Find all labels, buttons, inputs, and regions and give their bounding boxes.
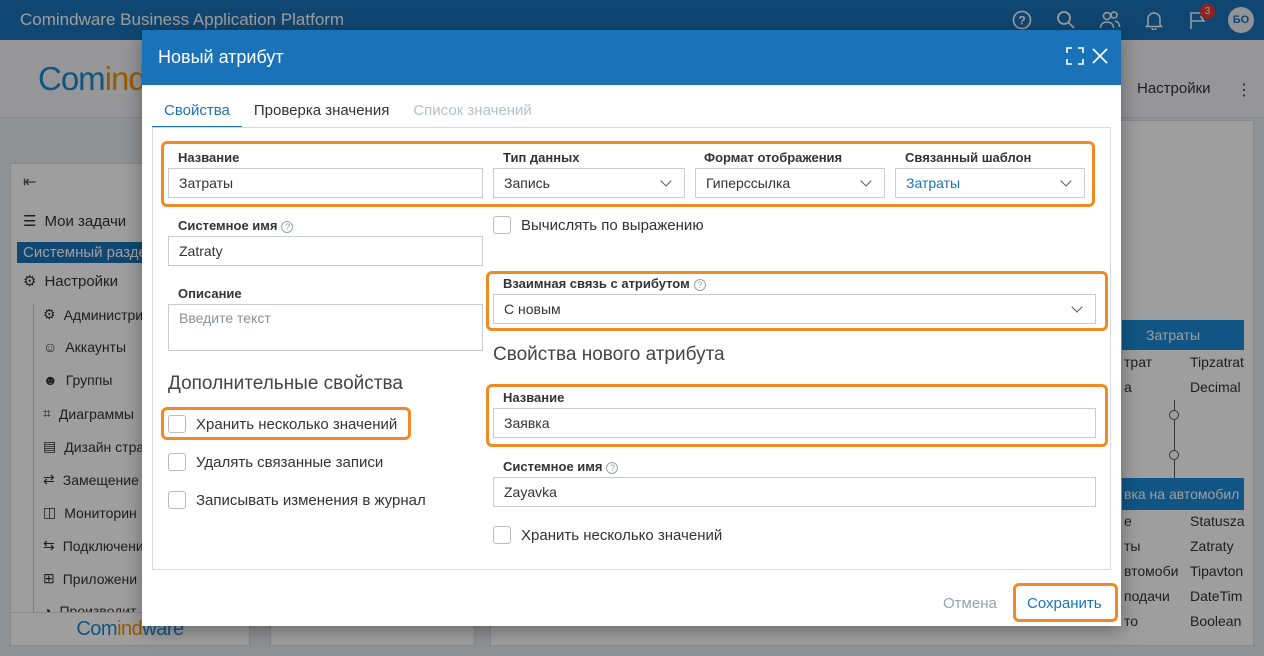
system-name-field[interactable]: Zatraty bbox=[168, 236, 483, 266]
mutual-link-label: Взаимная связь с атрибутом? bbox=[503, 276, 706, 291]
new-attribute-dialog: Новый атрибут Свойства Проверка значения… bbox=[142, 30, 1121, 626]
data-type-label: Тип данных bbox=[503, 150, 580, 165]
data-type-select[interactable]: Запись bbox=[493, 168, 685, 198]
checkbox-box[interactable] bbox=[168, 415, 186, 433]
save-button[interactable]: Сохранить bbox=[1027, 595, 1102, 612]
name-label: Название bbox=[178, 150, 240, 165]
properties-panel: Название Затраты Тип данных Запись Форма… bbox=[152, 127, 1111, 570]
additional-properties-title: Дополнительные свойства bbox=[168, 373, 403, 394]
linked-template-select[interactable]: Затраты bbox=[895, 168, 1085, 198]
tab-value-list: Список значений bbox=[413, 102, 532, 119]
display-format-select[interactable]: Гиперссылка bbox=[695, 168, 885, 198]
description-label: Описание bbox=[178, 286, 242, 301]
checkbox-box[interactable] bbox=[168, 491, 186, 509]
description-textarea[interactable]: Введите текст bbox=[168, 304, 483, 351]
dialog-title: Новый атрибут bbox=[158, 47, 284, 67]
checkbox-box[interactable] bbox=[493, 216, 511, 234]
new-attr-system-name-label: Системное имя? bbox=[503, 459, 619, 474]
dialog-header: Новый атрибут bbox=[142, 30, 1121, 85]
compute-by-expression-checkbox[interactable]: Вычислять по выражению bbox=[493, 216, 704, 234]
dialog-tabs: Свойства Проверка значения Список значен… bbox=[152, 100, 544, 128]
new-attribute-properties-title: Свойства нового атрибута bbox=[493, 344, 725, 365]
maximize-icon[interactable] bbox=[1066, 47, 1086, 67]
help-icon[interactable]: ? bbox=[281, 220, 294, 233]
cancel-button[interactable]: Отмена bbox=[943, 595, 997, 612]
checkbox-box[interactable] bbox=[168, 453, 186, 471]
new-attr-name-label: Название bbox=[503, 390, 565, 405]
new-attr-system-name-field[interactable]: Zayavka bbox=[493, 477, 1096, 507]
checkbox-box[interactable] bbox=[493, 526, 511, 544]
linked-template-label: Связанный шаблон bbox=[905, 150, 1032, 165]
new-attr-store-multiple-checkbox[interactable]: Хранить несколько значений bbox=[493, 526, 722, 544]
log-changes-checkbox[interactable]: Записывать изменения в журнал bbox=[168, 491, 426, 509]
delete-linked-checkbox[interactable]: Удалять связанные записи bbox=[168, 453, 383, 471]
help-icon[interactable]: ? bbox=[606, 461, 619, 474]
store-multiple-checkbox[interactable]: Хранить несколько значений bbox=[168, 415, 397, 433]
name-field[interactable]: Затраты bbox=[168, 168, 483, 198]
mutual-link-select[interactable]: С новым bbox=[493, 294, 1096, 324]
tab-value-validation[interactable]: Проверка значения bbox=[242, 100, 401, 128]
system-name-label: Системное имя? bbox=[178, 218, 294, 233]
help-icon[interactable]: ? bbox=[693, 278, 706, 291]
display-format-label: Формат отображения bbox=[704, 150, 843, 165]
tab-properties[interactable]: Свойства bbox=[152, 100, 242, 128]
close-icon[interactable] bbox=[1091, 47, 1111, 67]
new-attr-name-field[interactable]: Заявка bbox=[493, 408, 1096, 438]
